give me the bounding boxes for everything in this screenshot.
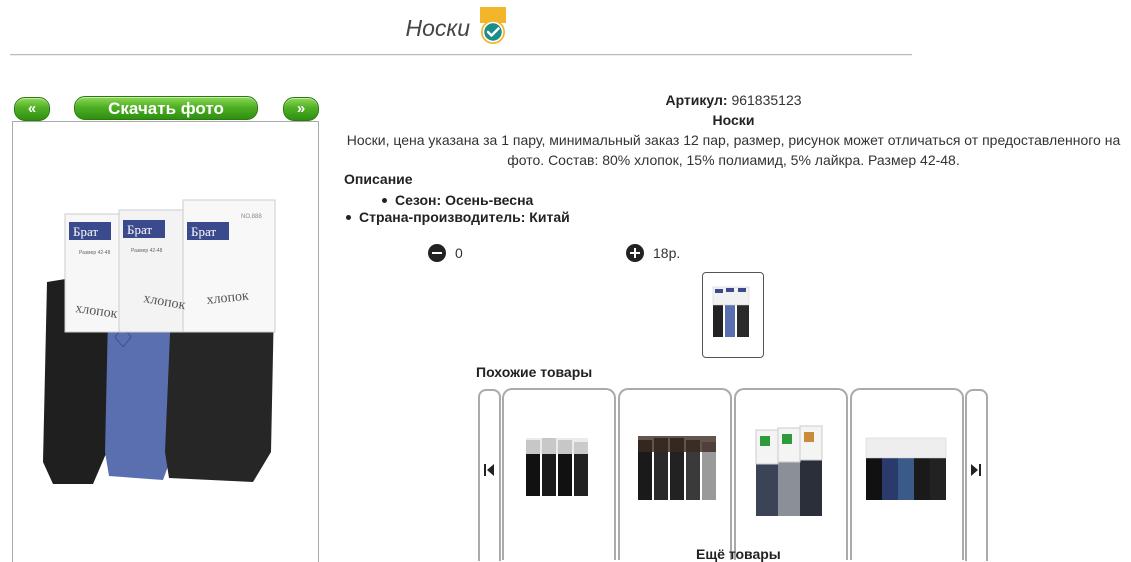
attribute-country-text: Страна-производитель: Китай: [359, 209, 570, 225]
verified-check-icon: [479, 6, 507, 46]
title-divider: [10, 54, 912, 56]
similar-products-title: Похожие товары: [476, 364, 593, 380]
attribute-season: Сезон: Осень-весна: [382, 192, 533, 208]
quantity-value: 0: [455, 245, 463, 261]
more-products-link[interactable]: Ещё товары: [696, 546, 781, 562]
attribute-season-text: Сезон: Осень-весна: [395, 192, 534, 208]
package-size-2: Размер 42-48: [131, 248, 163, 254]
product-name: Носки: [712, 112, 755, 128]
price-control: 18р.: [626, 244, 680, 262]
photo-thumbnail[interactable]: [702, 272, 764, 358]
bullet-icon: [382, 197, 387, 203]
similar-product-card[interactable]: [734, 388, 848, 560]
package-size-1: Размер 42-48: [79, 250, 111, 256]
article-label: Артикул:: [665, 92, 728, 108]
carousel-prev-button[interactable]: [478, 389, 501, 561]
article-value: 961835123: [731, 92, 802, 108]
package-brand-3: Брат: [191, 224, 216, 239]
package-brand-1: Брат: [73, 224, 98, 239]
product-description: Носки, цена указана за 1 пару, минимальн…: [346, 132, 1121, 168]
similar-product-card[interactable]: [502, 388, 616, 560]
quantity-control: 0: [428, 244, 463, 262]
bullet-icon: [346, 214, 351, 220]
article-row: Артикул: 961835123: [336, 92, 1131, 108]
minus-circle-icon[interactable]: [428, 244, 446, 262]
description-heading: Описание: [344, 171, 413, 187]
product-photo[interactable]: Брат Брат Брат Размер 42-48 Размер 42-48…: [12, 121, 319, 562]
page-title: Носки: [405, 14, 471, 41]
price-value: 18р.: [653, 245, 681, 261]
skip-back-icon: [484, 464, 494, 476]
page-header: Носки: [0, 6, 912, 48]
attribute-country: Страна-производитель: Китай: [346, 209, 570, 225]
plus-circle-icon[interactable]: [626, 244, 644, 262]
package-brand-2: Брат: [127, 222, 152, 237]
package-code: NO.888: [241, 214, 262, 220]
carousel-next-button[interactable]: [965, 389, 988, 561]
similar-product-card[interactable]: [618, 388, 732, 560]
prev-photo-button[interactable]: «: [14, 97, 50, 121]
next-photo-button[interactable]: »: [283, 97, 319, 121]
similar-product-card[interactable]: [850, 388, 964, 560]
download-photo-button[interactable]: Скачать фото: [74, 96, 258, 120]
skip-forward-icon: [971, 464, 981, 476]
